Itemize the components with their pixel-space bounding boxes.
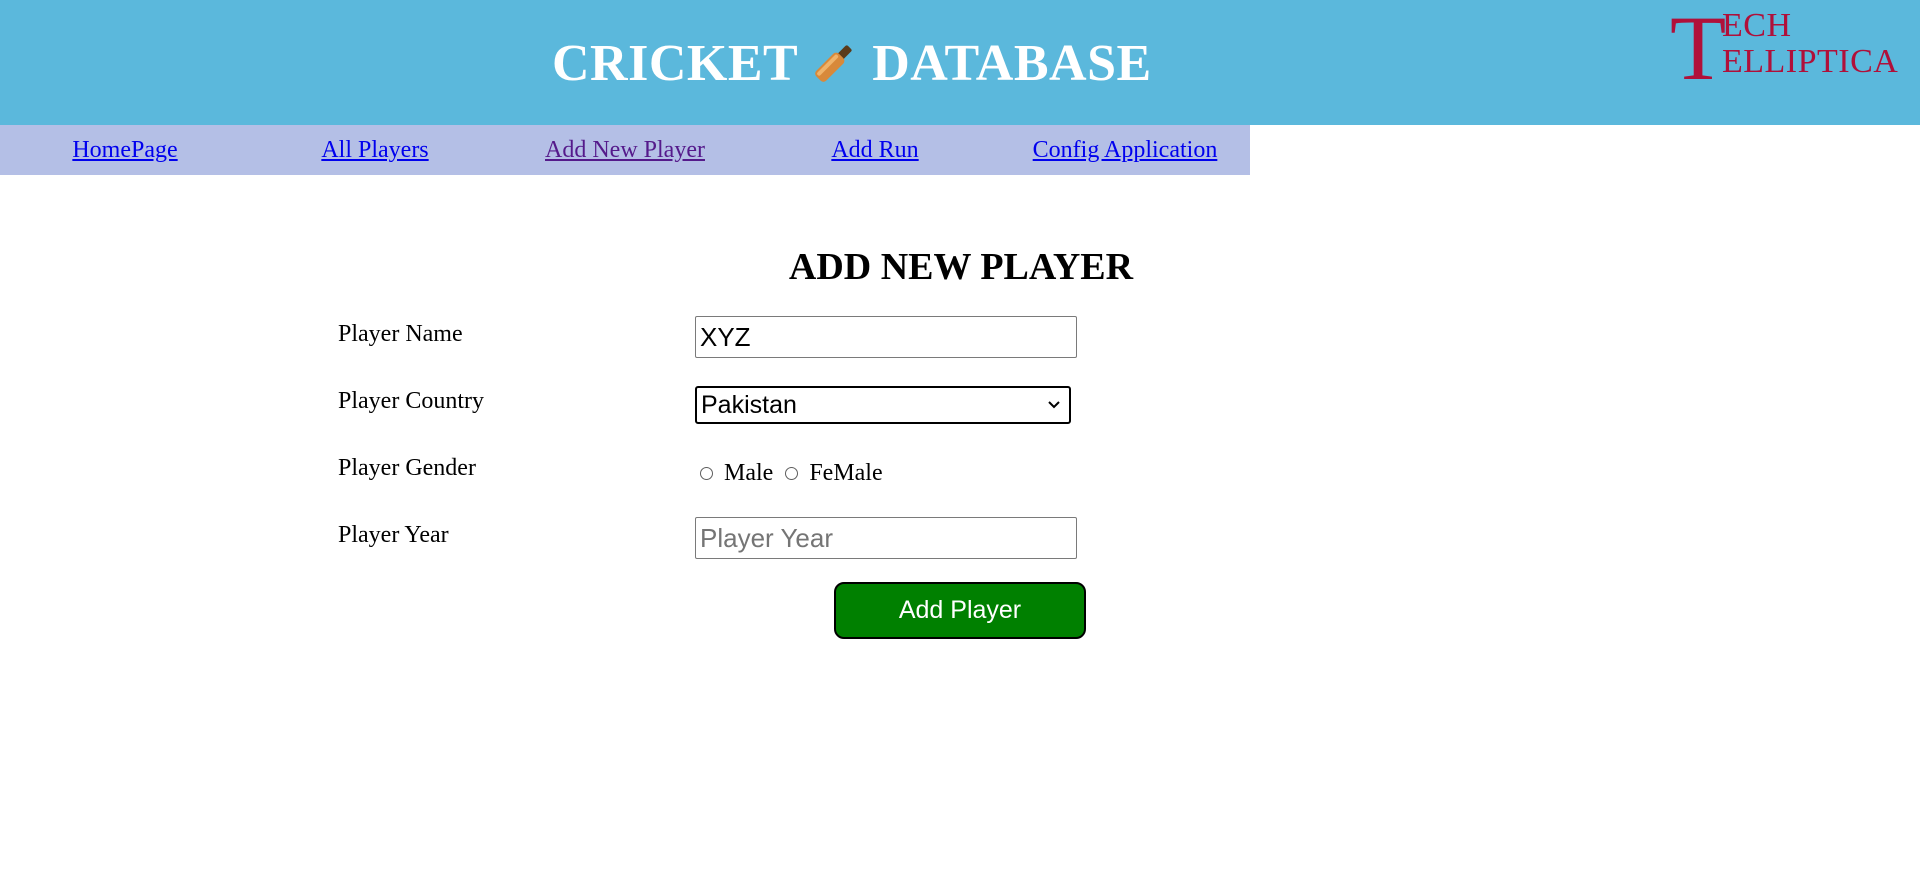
site-header: CRICKET DATABASE T ECH ELLIPTICA: [0, 0, 1920, 125]
site-title-right: DATABASE: [872, 34, 1152, 92]
main-nav: HomePage All Players Add New Player Add …: [0, 125, 1250, 175]
cricket-bat-icon: [808, 37, 860, 89]
player-name-input[interactable]: [695, 316, 1077, 358]
logo-text-row2: ELLIPTICA: [1722, 43, 1899, 80]
gender-male-radio[interactable]: [700, 466, 713, 480]
logo-text-row1: ECH: [1722, 7, 1792, 44]
form-title: ADD NEW PLAYER: [0, 245, 1920, 289]
gender-female-label: FeMale: [809, 459, 883, 486]
player-gender-label: Player Gender: [338, 455, 476, 481]
nav-link-add-new-player[interactable]: Add New Player: [500, 125, 750, 175]
logo-big-letter: T: [1670, 0, 1727, 99]
chevron-down-icon: [1048, 401, 1060, 409]
player-country-selected: Pakistan: [701, 390, 797, 419]
player-country-select[interactable]: Pakistan: [695, 386, 1071, 424]
player-name-label: Player Name: [338, 321, 463, 347]
nav-link-add-run[interactable]: Add Run: [750, 125, 1000, 175]
site-title-left: CRICKET: [552, 34, 799, 92]
site-title: CRICKET DATABASE: [552, 30, 1152, 96]
player-year-input[interactable]: [695, 517, 1077, 559]
techelliptica-logo: T ECH ELLIPTICA: [1670, 2, 1910, 94]
add-player-button[interactable]: Add Player: [834, 582, 1086, 639]
player-gender-radio-group: Male FeMale: [700, 458, 895, 488]
player-year-label: Player Year: [338, 522, 449, 548]
form-title-text: ADD NEW PLAYER: [788, 246, 1134, 288]
nav-link-homepage[interactable]: HomePage: [0, 125, 250, 175]
nav-link-config-application[interactable]: Config Application: [1000, 125, 1250, 175]
gender-male-label: Male: [724, 459, 774, 486]
nav-link-all-players[interactable]: All Players: [250, 125, 500, 175]
gender-female-radio[interactable]: [785, 466, 799, 480]
player-country-label: Player Country: [338, 388, 484, 414]
